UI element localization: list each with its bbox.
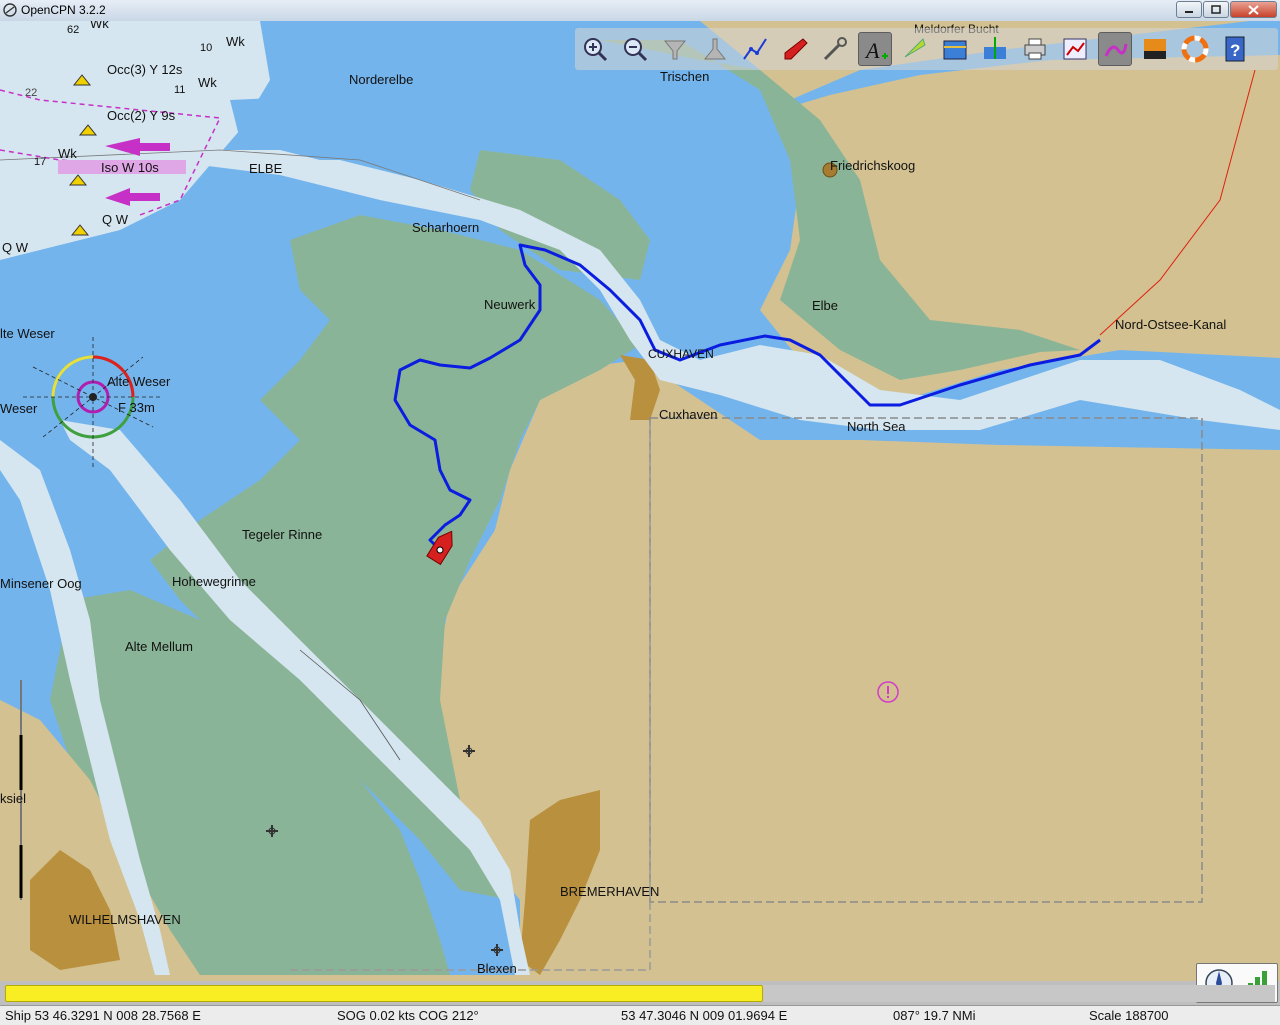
place-label-blexen: Blexen — [477, 961, 517, 976]
tide-height-button[interactable] — [978, 32, 1012, 66]
text-icon: A — [864, 38, 888, 63]
svg-text:?: ? — [1230, 41, 1240, 60]
light-characteristic-label: Occ(3) Y 12s — [107, 62, 183, 77]
track-icon — [1104, 43, 1128, 57]
man-overboard-button[interactable] — [1178, 32, 1212, 66]
place-label-scharhoern: Scharhoern — [412, 220, 479, 235]
minimize-icon — [1185, 11, 1193, 13]
chart-label: Wk — [58, 146, 77, 161]
create-route-button[interactable] — [738, 32, 772, 66]
place-label-nok: Nord-Ostsee-Kanal — [1115, 317, 1226, 332]
route-manager-icon — [1063, 38, 1087, 60]
place-label-elbe-upper: ELBE — [249, 161, 283, 176]
place-label-cuxhaven: Cuxhaven — [659, 407, 718, 422]
nautical-chart: Wk Wk Wk Wk Occ(3) Y 12s Occ(2) Y 9s Iso… — [0, 21, 1280, 976]
tide-button[interactable] — [938, 32, 972, 66]
route-manager-button[interactable] — [1058, 32, 1092, 66]
svg-text:A: A — [864, 38, 880, 63]
lighthouse-label-alte-weser: Alte Weser — [107, 374, 171, 389]
chart-quilt-bar-fill — [5, 985, 764, 1002]
scale-in-button[interactable] — [658, 32, 692, 66]
tide-height-icon — [984, 37, 1006, 59]
light-characteristic-label: Q W — [102, 212, 129, 227]
funnel-up-icon — [703, 38, 727, 60]
place-label-alte-mellum: Alte Mellum — [125, 639, 193, 654]
place-label-trischen: Trischen — [660, 69, 709, 84]
zoom-in-button[interactable] — [578, 32, 612, 66]
place-label-bremerhaven: BREMERHAVEN — [560, 884, 659, 899]
place-label-hohewegrinne: Hohewegrinne — [172, 574, 256, 589]
status-bearing-distance: 087° 19.7 NMi — [893, 1008, 976, 1023]
current-button[interactable] — [898, 32, 932, 66]
sunset-icon — [1144, 39, 1166, 59]
window-title: OpenCPN 3.2.2 — [21, 3, 106, 17]
help-button[interactable]: ? — [1218, 32, 1252, 66]
place-label-friedrichskoog: Friedrichskoog — [830, 158, 915, 173]
depth-label: 10 — [200, 42, 212, 54]
current-icon — [904, 38, 926, 58]
chart-label: Wk — [90, 21, 109, 31]
zoom-out-icon — [624, 38, 648, 62]
place-label-elbe: Elbe — [812, 298, 838, 313]
help-icon: ? — [1225, 36, 1245, 62]
color-scheme-button[interactable] — [1138, 32, 1172, 66]
chart-quilt-bar[interactable] — [5, 985, 1275, 1002]
main-toolbar: A ? — [575, 28, 1278, 70]
tide-icon — [943, 40, 967, 60]
status-scale: Scale 188700 — [1089, 1008, 1169, 1023]
place-label-north-sea: North Sea — [847, 419, 906, 434]
depth-label: 62 — [67, 24, 79, 36]
close-button[interactable] — [1230, 1, 1277, 18]
place-label-weser: Weser — [0, 401, 38, 416]
status-ship-position: Ship 53 46.3291 N 008 28.7568 E — [5, 1008, 201, 1023]
track-toggle-button[interactable] — [1098, 32, 1132, 66]
toolbox-button[interactable] — [818, 32, 852, 66]
app-logo-icon — [3, 3, 17, 17]
print-button[interactable] — [1018, 32, 1052, 66]
printer-icon — [1024, 38, 1046, 60]
place-label-neuwerk: Neuwerk — [484, 297, 536, 312]
status-sog-cog: SOG 0.02 kts COG 212° — [337, 1008, 479, 1023]
zoom-out-button[interactable] — [618, 32, 652, 66]
light-characteristic-label: Iso W 10s — [101, 160, 159, 175]
place-label-alte-weser-left: lte Weser — [0, 326, 55, 341]
lighthouse-height-label: F 33m — [118, 400, 155, 415]
chart-label: Wk — [226, 34, 245, 49]
ship-icon — [784, 38, 808, 60]
place-label-norderelbe: Norderelbe — [349, 72, 413, 87]
scale-out-button[interactable] — [698, 32, 732, 66]
maximize-button[interactable] — [1203, 1, 1229, 18]
minimize-button[interactable] — [1176, 1, 1202, 18]
place-label-tegeler-rinne: Tegeler Rinne — [242, 527, 322, 542]
place-label-cuxhaven-port: CUXHAVEN — [648, 347, 714, 361]
zoom-in-icon — [584, 38, 608, 62]
light-characteristic-label: Q W — [2, 240, 29, 255]
status-cursor-position: 53 47.3046 N 009 01.9694 E — [621, 1008, 788, 1023]
depth-label: 17 — [34, 156, 46, 168]
status-bar: Ship 53 46.3291 N 008 28.7568 E SOG 0.02… — [0, 1005, 1280, 1025]
route-icon — [743, 38, 767, 60]
place-label-wilhelmshaven: WILHELMSHAVEN — [69, 912, 181, 927]
chart-label: Wk — [198, 75, 217, 90]
lifebuoy-icon — [1181, 35, 1209, 63]
depth-label: 11 — [174, 84, 185, 96]
depth-label: 22 — [25, 87, 37, 99]
place-label-minsener-oog: Minsener Oog — [0, 576, 82, 591]
place-label-ksiel: ksiel — [0, 791, 26, 806]
light-characteristic-label: Occ(2) Y 9s — [107, 108, 176, 123]
wrench-icon — [823, 37, 847, 61]
text-toggle-button[interactable]: A — [858, 32, 892, 66]
funnel-down-icon — [663, 40, 687, 60]
chart-canvas[interactable]: Wk Wk Wk Wk Occ(3) Y 12s Occ(2) Y 9s Iso… — [0, 21, 1280, 981]
close-icon — [1248, 5, 1259, 15]
title-bar: OpenCPN 3.2.2 — [0, 0, 1280, 22]
auto-follow-button[interactable] — [778, 32, 812, 66]
restore-icon — [1211, 5, 1221, 14]
